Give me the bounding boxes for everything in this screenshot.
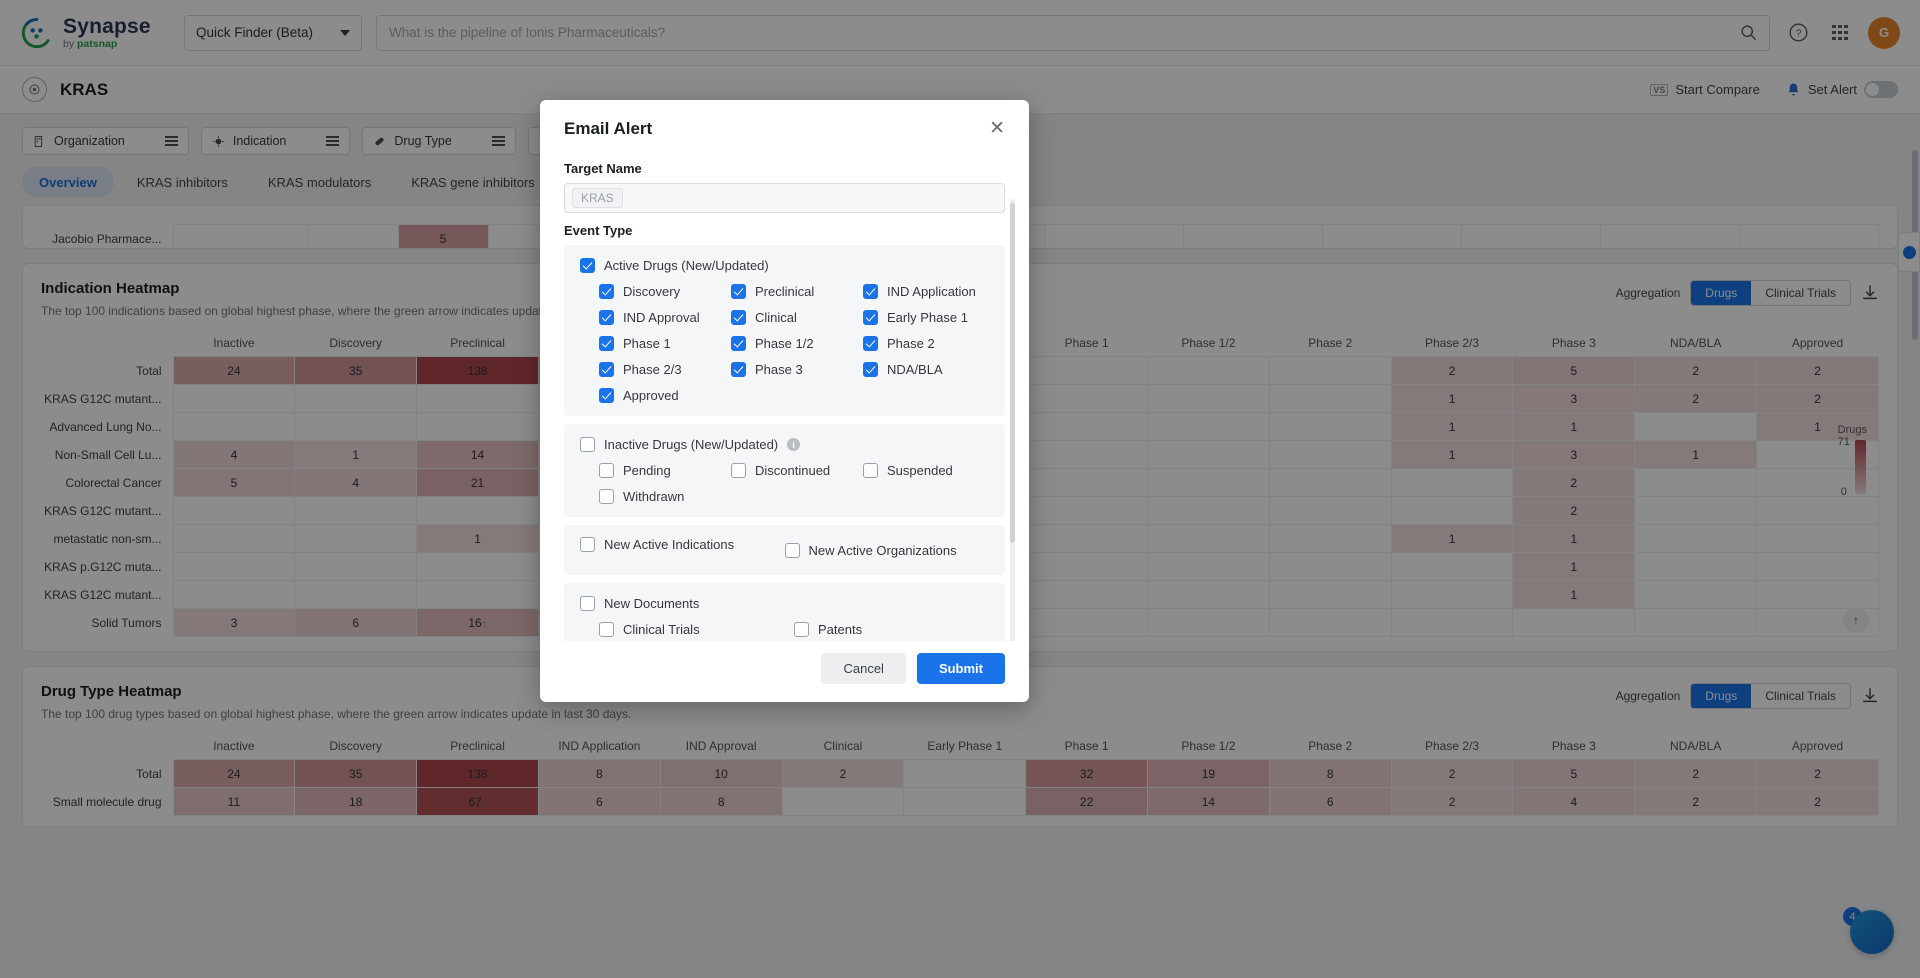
target-name-input[interactable]: KRAS <box>564 183 1005 213</box>
checkbox[interactable] <box>599 489 614 504</box>
target-name-label: Target Name <box>564 161 642 176</box>
checkbox-label: Phase 1 <box>623 336 671 351</box>
checkbox-label: Patents <box>818 622 863 637</box>
child-checkbox-row[interactable]: Phase 1/2 <box>731 336 863 351</box>
checkbox[interactable] <box>580 437 595 452</box>
checkbox-label: IND Approval <box>623 310 700 325</box>
group-parent-checkbox-row[interactable]: New Documents <box>580 596 989 611</box>
modal-title: Email Alert <box>564 119 653 138</box>
child-checkbox-row[interactable]: Clinical Trials <box>599 622 794 637</box>
checkbox-label: Suspended <box>887 463 953 478</box>
info-icon[interactable]: i <box>787 438 801 451</box>
checkbox-label: New Active Indications <box>604 537 735 552</box>
checkbox[interactable] <box>599 310 614 325</box>
app-root: Synapse by patsnap Quick Finder (Beta) W… <box>0 0 1920 978</box>
checkbox[interactable] <box>731 336 746 351</box>
modal-footer: Cancel Submit <box>540 641 1029 702</box>
submit-button[interactable]: Submit <box>916 653 1005 684</box>
group-simple-events: New Active Indications New Active Organiz… <box>564 525 1005 575</box>
child-checkbox-row[interactable]: Discovery <box>599 284 731 299</box>
checkbox[interactable] <box>580 258 595 273</box>
checkbox[interactable] <box>731 284 746 299</box>
checkbox[interactable] <box>731 362 746 377</box>
checkbox-label: IND Application <box>887 284 976 299</box>
checkbox[interactable] <box>731 463 746 478</box>
checkbox[interactable] <box>863 463 878 478</box>
checkbox[interactable] <box>580 537 595 552</box>
child-checkbox-row[interactable]: Phase 1 <box>599 336 731 351</box>
checkbox-label: Phase 2/3 <box>623 362 682 377</box>
simple-checkbox-row[interactable]: New Active Indications <box>580 537 785 552</box>
child-checkbox-row[interactable]: Phase 2/3 <box>599 362 731 377</box>
child-checkbox-row[interactable]: Patents <box>794 622 989 637</box>
close-icon[interactable]: ✕ <box>989 119 1005 138</box>
checkbox[interactable] <box>863 336 878 351</box>
checkbox[interactable] <box>599 388 614 403</box>
child-checkbox-row[interactable]: NDA/BLA <box>863 362 989 377</box>
checkbox[interactable] <box>863 310 878 325</box>
checkbox[interactable] <box>794 622 809 637</box>
group-active-drugs: Active Drugs (New/Updated) Discovery Precl… <box>564 245 1005 416</box>
child-checkbox-row[interactable]: IND Approval <box>599 310 731 325</box>
checkbox[interactable] <box>599 362 614 377</box>
group-children: Clinical Trials Patents <box>599 622 989 637</box>
cancel-button[interactable]: Cancel <box>821 653 906 684</box>
child-checkbox-row[interactable]: IND Application <box>863 284 989 299</box>
checkbox[interactable] <box>580 596 595 611</box>
event-type-label: Event Type <box>564 223 633 238</box>
checkbox[interactable] <box>599 284 614 299</box>
group-children: Discovery Preclinical IND Application IND A… <box>599 284 989 403</box>
checkbox-label: Pending <box>623 463 671 478</box>
checkbox-label: Discontinued <box>755 463 831 478</box>
child-checkbox-row[interactable]: Withdrawn <box>599 489 731 504</box>
modal-header: Email Alert ✕ <box>540 100 1029 143</box>
checkbox-label: Withdrawn <box>623 489 685 504</box>
checkbox-label: New Active Organizations <box>808 542 957 558</box>
checkbox-label: Clinical Trials <box>623 622 700 637</box>
group-children: Pending Discontinued Suspended Withdrawn <box>599 463 989 504</box>
checkbox-label: Inactive Drugs (New/Updated) <box>604 437 779 452</box>
child-checkbox-row[interactable]: Pending <box>599 463 731 478</box>
child-checkbox-row[interactable]: Phase 2 <box>863 336 989 351</box>
checkbox-label: Discovery <box>623 284 681 299</box>
checkbox[interactable] <box>599 463 614 478</box>
child-checkbox-row[interactable]: Early Phase 1 <box>863 310 989 325</box>
child-checkbox-row[interactable]: Approved <box>599 388 731 403</box>
child-checkbox-row[interactable]: Suspended <box>863 463 989 478</box>
checkbox[interactable] <box>731 310 746 325</box>
checkbox[interactable] <box>784 542 800 558</box>
modal-scrollbar-thumb[interactable] <box>1010 203 1015 543</box>
group-inactive-drugs: Inactive Drugs (New/Updated) i Pending Disc… <box>564 424 1005 517</box>
checkbox-label: Active Drugs (New/Updated) <box>604 258 769 273</box>
checkbox-label: New Documents <box>604 596 700 611</box>
checkbox[interactable] <box>599 622 614 637</box>
checkbox-label: Approved <box>623 388 679 403</box>
checkbox-label: Phase 1/2 <box>755 336 814 351</box>
group-new-documents: New Documents Clinical Trials Patents <box>564 583 1005 641</box>
modal-body: Target Name KRAS Event Type Active Drugs… <box>540 143 1029 641</box>
child-checkbox-row[interactable]: Clinical <box>731 310 863 325</box>
group-parent-checkbox-row[interactable]: Inactive Drugs (New/Updated) i <box>580 437 989 452</box>
child-checkbox-row[interactable]: Phase 3 <box>731 362 863 377</box>
event-type-groups: Active Drugs (New/Updated) Discovery Precl… <box>564 245 1005 641</box>
checkbox-label: Phase 3 <box>755 362 803 377</box>
checkbox[interactable] <box>863 284 878 299</box>
checkbox-label: Phase 2 <box>887 336 935 351</box>
child-checkbox-row[interactable]: Discontinued <box>731 463 863 478</box>
checkbox[interactable] <box>599 336 614 351</box>
child-checkbox-row[interactable]: Preclinical <box>731 284 863 299</box>
target-name-tag: KRAS <box>572 188 623 208</box>
checkbox-label: NDA/BLA <box>887 362 943 377</box>
checkbox-label: Clinical <box>755 310 797 325</box>
email-alert-modal: Email Alert ✕ Target Name KRAS Event Typ… <box>540 100 1029 702</box>
checkbox-label: Preclinical <box>755 284 815 299</box>
group-parent-checkbox-row[interactable]: Active Drugs (New/Updated) <box>580 258 989 273</box>
checkbox[interactable] <box>863 362 878 377</box>
checkbox-label: Early Phase 1 <box>887 310 968 325</box>
simple-checkbox-row[interactable]: New Active Organizations <box>784 537 990 563</box>
